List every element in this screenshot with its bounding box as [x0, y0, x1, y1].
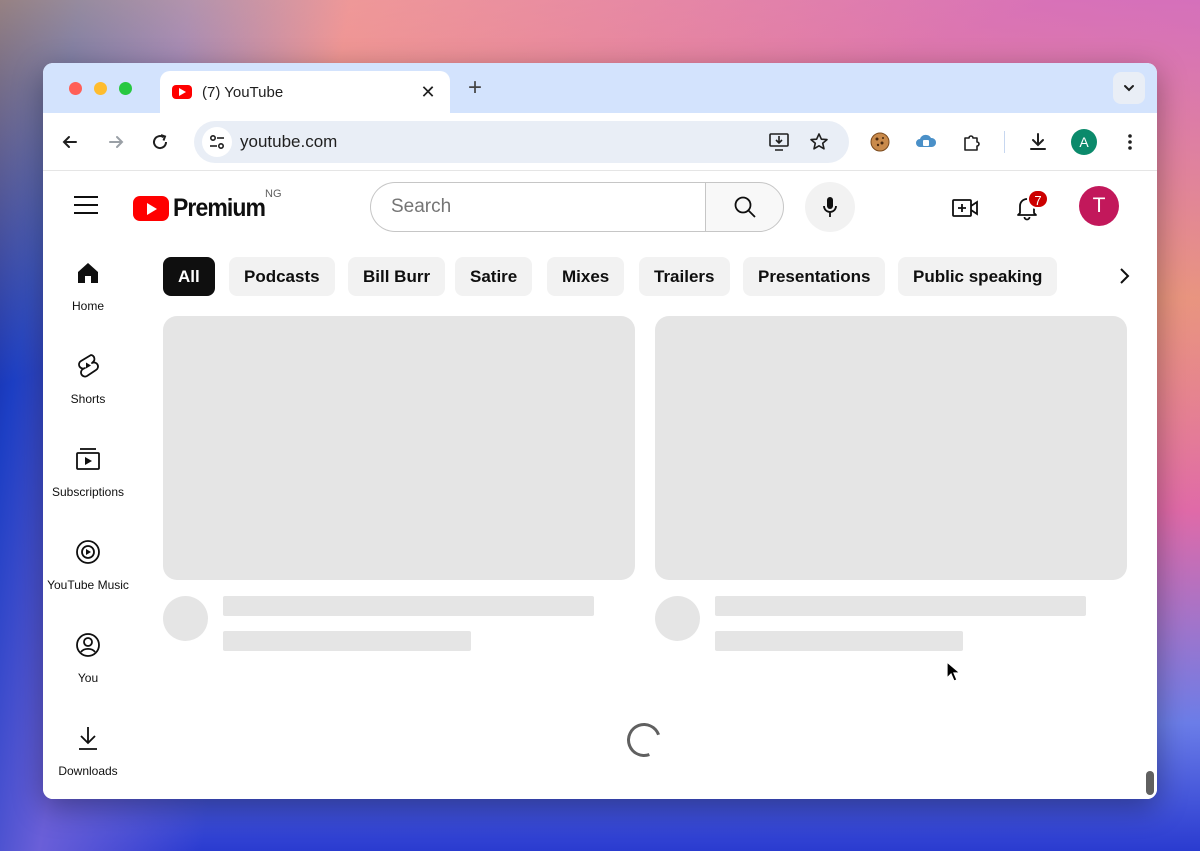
create-button[interactable] — [948, 191, 982, 225]
voice-search-button[interactable] — [805, 182, 855, 232]
install-app-button[interactable] — [764, 127, 794, 157]
notification-count-badge: 7 — [1027, 189, 1049, 209]
tab-strip: (7) YouTube ✕ + — [43, 63, 1157, 113]
cloud-icon — [916, 134, 937, 147]
toolbar-divider — [1004, 131, 1005, 153]
bookmark-button[interactable] — [804, 127, 834, 157]
cookie-extension-button[interactable] — [865, 127, 895, 157]
microphone-icon — [823, 197, 837, 217]
sidebar-item-label: Subscriptions — [51, 485, 125, 499]
country-code: NG — [265, 188, 282, 200]
account-avatar[interactable]: T — [1079, 186, 1119, 226]
chip-presentations[interactable]: Presentations — [743, 257, 886, 296]
downloads-button[interactable] — [1023, 127, 1053, 157]
sidebar-item-label: You — [77, 671, 99, 685]
install-app-icon — [769, 133, 789, 151]
chips-next-button[interactable] — [1109, 261, 1139, 291]
youtube-favicon-icon — [172, 85, 192, 99]
chevron-right-icon — [1120, 268, 1130, 284]
browser-window: (7) YouTube ✕ + youtube.com A Premium NG… — [43, 63, 1157, 799]
meta-placeholder — [223, 631, 471, 651]
download-icon — [1030, 133, 1046, 150]
sidebar-item-shorts[interactable]: Shorts — [43, 336, 133, 416]
mouse-cursor-icon — [946, 661, 962, 682]
chip-trailers[interactable]: Trailers — [639, 257, 730, 296]
maximize-window-button[interactable] — [119, 82, 132, 95]
extensions-button[interactable] — [957, 127, 987, 157]
cloud-extension-button[interactable] — [911, 127, 941, 157]
hamburger-icon — [74, 196, 98, 214]
browser-profile-avatar[interactable]: A — [1071, 129, 1097, 155]
puzzle-icon — [964, 135, 980, 151]
video-thumbnail-placeholder — [655, 316, 1127, 580]
video-thumbnail-placeholder — [163, 316, 635, 580]
you-icon — [74, 631, 102, 659]
sidebar-item-you[interactable]: You — [43, 615, 133, 695]
search-button[interactable] — [705, 182, 784, 232]
minimize-window-button[interactable] — [94, 82, 107, 95]
close-window-button[interactable] — [69, 82, 82, 95]
title-placeholder — [223, 596, 594, 616]
sidebar-item-subscriptions[interactable]: Subscriptions — [43, 429, 133, 509]
url-text[interactable]: youtube.com — [240, 132, 337, 152]
chip-podcasts[interactable]: Podcasts — [229, 257, 335, 296]
back-button[interactable] — [55, 127, 85, 157]
menu-button[interactable] — [73, 195, 103, 219]
chip-satire[interactable]: Satire — [455, 257, 533, 296]
address-bar[interactable]: youtube.com — [194, 121, 849, 163]
meta-placeholder — [715, 631, 963, 651]
browser-menu-button[interactable] — [1115, 127, 1145, 157]
scrollbar-thumb[interactable] — [1146, 771, 1154, 795]
forward-button[interactable] — [101, 127, 131, 157]
browser-toolbar: youtube.com A — [43, 113, 1157, 171]
star-icon — [810, 133, 828, 150]
arrow-left-icon — [62, 136, 77, 148]
video-add-icon — [952, 199, 978, 217]
title-placeholder — [715, 596, 1086, 616]
sidebar-item-label: Downloads — [58, 764, 118, 778]
new-tab-button[interactable]: + — [461, 74, 489, 102]
sidebar-item-label: Home — [71, 299, 104, 313]
subscriptions-icon — [74, 445, 102, 473]
channel-avatar-placeholder — [163, 596, 208, 641]
cookie-icon — [870, 132, 890, 152]
shorts-icon — [74, 352, 102, 380]
tab-youtube[interactable]: (7) YouTube ✕ — [160, 71, 450, 113]
chevron-down-icon — [1124, 85, 1134, 92]
tune-icon — [209, 134, 225, 150]
search-input[interactable] — [370, 182, 706, 232]
chip-bill-burr[interactable]: Bill Burr — [348, 257, 446, 296]
sidebar-item-downloads[interactable]: Downloads — [43, 708, 133, 788]
arrow-right-icon — [109, 136, 124, 148]
more-vert-icon — [1128, 134, 1132, 150]
reload-icon — [153, 134, 168, 150]
youtube-page: Premium NG 7 T — [43, 171, 1157, 799]
tab-title: (7) YouTube — [202, 83, 284, 101]
channel-avatar-placeholder — [655, 596, 700, 641]
downloads-icon — [74, 724, 102, 752]
home-icon — [74, 259, 102, 287]
chip-public-speaking[interactable]: Public speaking — [898, 257, 1058, 296]
youtube-music-icon — [74, 538, 102, 566]
youtube-logo-icon — [133, 195, 169, 221]
sidebar-item-youtube-music[interactable]: YouTube Music — [43, 522, 133, 602]
sidebar-item-label: Shorts — [70, 392, 106, 406]
logo-text: Premium — [173, 193, 266, 222]
chip-mixes[interactable]: Mixes — [547, 257, 625, 296]
sidebar-item-label: YouTube Music — [47, 578, 129, 592]
search-icon — [734, 196, 756, 218]
youtube-header: Premium NG 7 T — [43, 171, 1157, 243]
tab-search-button[interactable] — [1113, 72, 1145, 104]
reload-button[interactable] — [145, 127, 175, 157]
tab-close-icon[interactable]: ✕ — [418, 82, 438, 103]
youtube-premium-logo[interactable]: Premium — [133, 193, 273, 223]
chip-all[interactable]: All — [163, 257, 215, 296]
site-info-button[interactable] — [202, 127, 232, 157]
loading-spinner — [621, 717, 667, 763]
sidebar-item-home[interactable]: Home — [43, 243, 133, 323]
